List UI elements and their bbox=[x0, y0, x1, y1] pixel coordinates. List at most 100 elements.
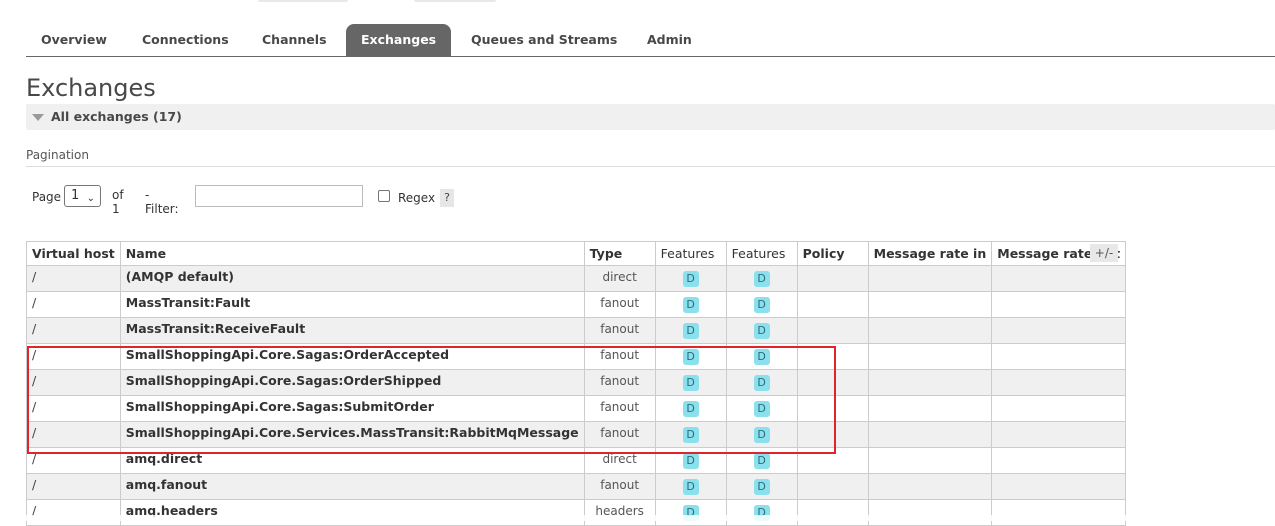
exchange-name-link[interactable]: SmallShoppingApi.Core.Sagas:SubmitOrder bbox=[119, 395, 585, 422]
table-row[interactable]: / MassTransit:ReceiveFault fanout D D bbox=[26, 317, 1127, 344]
exchange-name-link[interactable]: MassTransit:ReceiveFault bbox=[119, 317, 585, 344]
table-row[interactable]: / SmallShoppingApi.Core.Sagas:OrderShippe… bbox=[26, 369, 1127, 396]
column-header-virtual-host[interactable]: Virtual host bbox=[26, 241, 121, 266]
type-cell: fanout bbox=[583, 291, 656, 318]
help-button[interactable]: ? bbox=[440, 189, 454, 207]
message-rate-out-cell bbox=[991, 499, 1127, 526]
message-rate-out-cell bbox=[991, 421, 1127, 448]
message-rate-out-cell bbox=[991, 447, 1127, 474]
tab-admin[interactable]: Admin bbox=[632, 24, 707, 56]
table-row[interactable]: / MassTransit:Fault fanout D D bbox=[26, 291, 1127, 318]
regex-checkbox[interactable] bbox=[378, 190, 390, 202]
collapse-triangle-icon bbox=[32, 114, 44, 121]
message-rate-in-cell bbox=[867, 291, 993, 318]
durable-badge: D bbox=[682, 349, 699, 365]
exchange-name-link[interactable]: amq.fanout bbox=[119, 473, 585, 500]
features-cell: D bbox=[725, 395, 798, 422]
type-cell: fanout bbox=[583, 343, 656, 370]
durable-badge: D bbox=[682, 297, 699, 313]
vhost-cell: / bbox=[26, 265, 121, 292]
durable-badge: D bbox=[682, 427, 699, 443]
features-cell: D bbox=[725, 447, 798, 474]
table-row[interactable]: / amq.headers headers D D bbox=[26, 499, 1127, 526]
column-header-features: Features bbox=[654, 241, 727, 266]
durable-badge: D bbox=[753, 401, 770, 417]
exchange-name-link[interactable]: SmallShoppingApi.Core.Services.MassTrans… bbox=[119, 421, 585, 448]
exchange-name-link[interactable]: amq.direct bbox=[119, 447, 585, 474]
table-row[interactable]: / amq.direct direct D D bbox=[26, 447, 1127, 474]
policy-cell bbox=[796, 421, 869, 448]
type-cell: fanout bbox=[583, 395, 656, 422]
durable-badge: D bbox=[682, 375, 699, 391]
durable-badge: D bbox=[753, 427, 770, 443]
exchange-name-link[interactable]: amq.headers bbox=[119, 499, 585, 526]
message-rate-in-cell bbox=[867, 265, 993, 292]
exchange-name-link[interactable]: SmallShoppingApi.Core.Sagas:OrderAccepte… bbox=[119, 343, 585, 370]
features-cell: D bbox=[725, 499, 798, 526]
table-row[interactable]: / (AMQP default) direct D D bbox=[26, 265, 1127, 292]
features-cell: D bbox=[725, 369, 798, 396]
column-header-policy[interactable]: Policy bbox=[796, 241, 869, 266]
vhost-cell: / bbox=[26, 447, 121, 474]
features-cell: D bbox=[725, 343, 798, 370]
type-cell: fanout bbox=[583, 317, 656, 344]
table-row[interactable]: / amq.fanout fanout D D bbox=[26, 473, 1127, 500]
policy-cell bbox=[796, 369, 869, 396]
tab-overview[interactable]: Overview bbox=[26, 24, 122, 56]
table-row[interactable]: / SmallShoppingApi.Core.Services.MassTran… bbox=[26, 421, 1127, 448]
vhost-cell: / bbox=[26, 473, 121, 500]
tab-channels[interactable]: Channels bbox=[247, 24, 342, 56]
exchange-name-link[interactable]: (AMQP default) bbox=[119, 265, 585, 292]
policy-cell bbox=[796, 395, 869, 422]
type-cell: headers bbox=[583, 499, 656, 526]
durable-badge: D bbox=[682, 271, 699, 287]
durable-badge: D bbox=[753, 453, 770, 469]
message-rate-in-cell bbox=[867, 369, 993, 396]
policy-cell bbox=[796, 317, 869, 344]
features-cell: D bbox=[654, 291, 727, 318]
page-title: Exchanges bbox=[26, 74, 156, 102]
page-select-value: 1 bbox=[71, 188, 80, 203]
features-cell: D bbox=[654, 473, 727, 500]
policy-cell bbox=[796, 473, 869, 500]
exchanges-table: Virtual host Name Type Features Features… bbox=[26, 241, 1127, 526]
message-rate-out-cell bbox=[991, 291, 1127, 318]
tab-exchanges[interactable]: Exchanges bbox=[346, 24, 452, 56]
durable-badge: D bbox=[753, 323, 770, 339]
regex-label: Regex bbox=[398, 191, 436, 205]
policy-cell bbox=[796, 499, 869, 526]
message-rate-out-cell bbox=[991, 395, 1127, 422]
pagination-title: Pagination bbox=[26, 148, 89, 162]
exchange-name-link[interactable]: MassTransit:Fault bbox=[119, 291, 585, 318]
section-title: All exchanges (17) bbox=[51, 109, 182, 124]
tab-queues-and-streams[interactable]: Queues and Streams bbox=[456, 24, 632, 56]
features-cell: D bbox=[654, 265, 727, 292]
message-rate-in-cell bbox=[867, 447, 993, 474]
message-rate-out-cell bbox=[991, 343, 1127, 370]
type-cell: fanout bbox=[583, 369, 656, 396]
table-row[interactable]: / SmallShoppingApi.Core.Sagas:SubmitOrder… bbox=[26, 395, 1127, 422]
policy-cell bbox=[796, 291, 869, 318]
features-cell: D bbox=[654, 395, 727, 422]
filter-input[interactable] bbox=[195, 185, 363, 207]
message-rate-in-cell bbox=[867, 421, 993, 448]
column-header-message-rate-in[interactable]: Message rate in bbox=[867, 241, 993, 266]
features-cell: D bbox=[725, 317, 798, 344]
table-row[interactable]: / SmallShoppingApi.Core.Sagas:OrderAccept… bbox=[26, 343, 1127, 370]
divider bbox=[26, 166, 1275, 167]
features-cell: D bbox=[654, 499, 727, 526]
durable-badge: D bbox=[753, 479, 770, 495]
all-exchanges-section-toggle[interactable]: All exchanges (17) bbox=[26, 104, 1275, 130]
exchange-name-link[interactable]: SmallShoppingApi.Core.Sagas:OrderShipped bbox=[119, 369, 585, 396]
policy-cell bbox=[796, 265, 869, 292]
features-cell: D bbox=[725, 291, 798, 318]
column-header-features: Features bbox=[725, 241, 798, 266]
tab-connections[interactable]: Connections bbox=[127, 24, 244, 56]
column-header-name[interactable]: Name bbox=[119, 241, 585, 266]
durable-badge: D bbox=[682, 479, 699, 495]
durable-badge: D bbox=[753, 375, 770, 391]
features-cell: D bbox=[725, 421, 798, 448]
columns-toggle-button[interactable]: +/- bbox=[1090, 244, 1118, 262]
column-header-type[interactable]: Type bbox=[583, 241, 656, 266]
page-select[interactable]: 1 ⌄ bbox=[64, 185, 101, 207]
